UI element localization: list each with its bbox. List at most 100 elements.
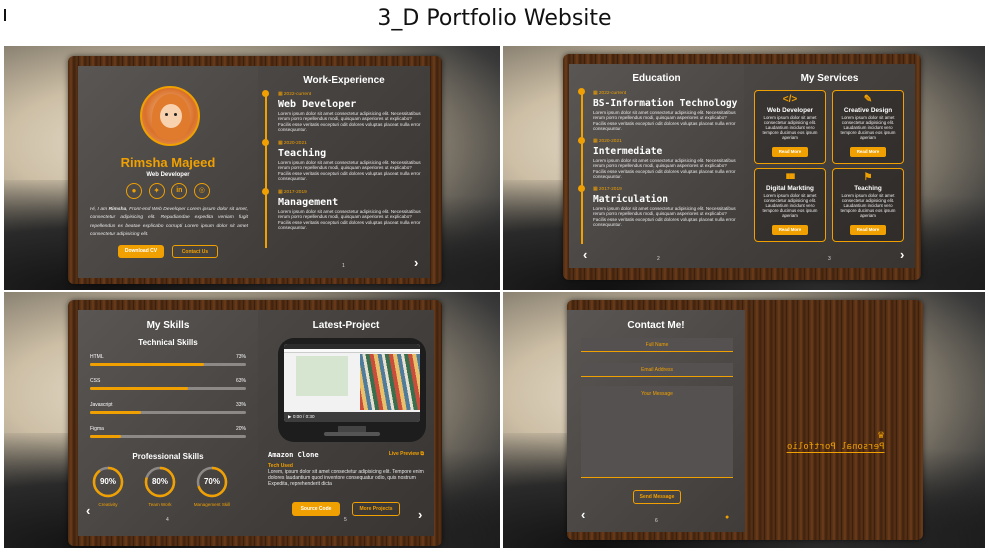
text-cursor [4, 9, 6, 21]
ring-label: Creativity [98, 502, 118, 507]
ring-percent: 70% [203, 477, 220, 486]
skill-ring: 80% [144, 466, 176, 498]
message-field[interactable]: Your Message [581, 386, 733, 478]
timeline-line [265, 96, 267, 248]
profile-role: Web Developer [146, 172, 190, 178]
screenshot-education-services: Education ▦ 2022-current BS-Information … [503, 46, 985, 290]
contact-us-button[interactable]: Contact Us [172, 245, 218, 258]
teacher-icon: ⚑ [863, 172, 873, 183]
next-page-button[interactable]: › [414, 256, 418, 269]
calendar-icon-date: ▦ 2022-current [593, 91, 627, 96]
linkedin-icon[interactable]: in [171, 183, 188, 199]
instagram-icon[interactable]: ◎ [193, 183, 210, 199]
skill-bar-track [90, 435, 246, 438]
timeline-text: Lorem ipsum dolor sit amet consectetur a… [278, 209, 421, 231]
chart-icon: ▮▮▮ [785, 173, 796, 180]
read-more-button[interactable]: Read More [772, 225, 808, 235]
skill-label: HTML [90, 354, 104, 360]
screenshot-skills-project: My Skills Technical Skills HTML 73% CSS 63%… [4, 292, 500, 548]
live-preview-link[interactable]: Live Preview ⧉ [389, 451, 424, 457]
send-message-button[interactable]: Send Message [633, 490, 681, 504]
cover-title: Personal Portfolio [787, 442, 885, 453]
calendar-icon-date: ▦ 2020-2021 [593, 139, 622, 144]
timeline-dot [262, 90, 269, 97]
skill-bar-track [90, 387, 246, 390]
ring-percent: 80% [151, 477, 168, 486]
skill-percent: 33% [235, 402, 246, 408]
service-card: ✎ Creative Design Lorem ipsum dolor sit … [832, 90, 904, 164]
read-more-button[interactable]: Read More [850, 147, 886, 157]
timeline-title: Teaching [278, 148, 327, 159]
service-text: Lorem ipsum dolor sit amet consectetur a… [762, 193, 818, 218]
service-text: Lorem ipsum dolor sit amet consectetur a… [840, 193, 896, 218]
skill-label: Javascript [90, 402, 113, 408]
services-heading: My Services [800, 73, 859, 84]
project-video-preview[interactable]: ▶ 0:00 / 0:30 [278, 338, 426, 442]
social-links: ● ✦ in ◎ [126, 183, 210, 199]
avatar [140, 86, 200, 146]
skill-bar-track [90, 363, 246, 366]
timeline-dot [578, 185, 585, 192]
technical-skills-heading: Technical Skills [138, 338, 198, 347]
timeline-title: Management [278, 197, 339, 208]
project-page: Latest-Project ▶ 0:00 / 0:30 Amazon Clon… [258, 310, 434, 536]
timeline-title: Web Developer [278, 99, 357, 110]
calendar-icon-date: ▦ 2022-current [278, 92, 312, 97]
timeline-text: Lorem ipsum dolor sit amet consectetur a… [278, 160, 421, 182]
email-field[interactable]: Email Address [581, 363, 733, 377]
download-cv-button[interactable]: Download CV [118, 245, 164, 258]
service-title: Web Developer [766, 107, 814, 114]
contact-heading: Contact Me! [627, 320, 685, 331]
skill-percent: 73% [235, 354, 246, 360]
next-page-button[interactable]: › [900, 248, 904, 261]
project-heading: Latest-Project [312, 320, 380, 331]
next-page-button[interactable]: › [418, 508, 422, 521]
prev-page-button[interactable]: ‹ [581, 508, 585, 521]
project-description: Lorem, ipsum dolor sit amet consectetur … [268, 469, 424, 487]
prev-page-button[interactable]: ‹ [583, 248, 587, 261]
page-number: 4 [166, 517, 169, 523]
service-card: ⚑ Teaching Lorem ipsum dolor sit amet co… [832, 168, 904, 242]
twitter-icon[interactable]: ✦ [148, 183, 165, 199]
service-card: </> Web Developer Lorem ipsum dolor sit … [754, 90, 826, 164]
timeline-dot [262, 188, 269, 195]
prev-page-button[interactable]: ‹ [86, 504, 90, 517]
brush-icon: ✎ [863, 94, 873, 105]
calendar-icon-date: ▦ 2017-2019 [593, 187, 622, 192]
user-icon[interactable]: ● [725, 514, 729, 521]
screenshot-contact: Contact Me! Full Name Email Address Your… [503, 292, 985, 548]
timeline-text: Lorem ipsum dolor sit amet consectetur a… [593, 110, 736, 132]
page-number: 5 [344, 517, 347, 523]
calendar-icon-date: ▦ 2020-2021 [278, 141, 307, 146]
timeline-text: Lorem ipsum dolor sit amet consectetur a… [593, 158, 736, 180]
skill-label: Figma [90, 426, 104, 432]
code-icon: </> [782, 94, 798, 105]
service-title: Digital Markting [766, 185, 814, 192]
page-number: 2 [657, 256, 660, 262]
contact-page: Contact Me! Full Name Email Address Your… [567, 310, 745, 532]
service-text: Lorem ipsum dolor sit amet consectetur a… [762, 115, 818, 140]
screenshot-work-experience: Rimsha Majeed Web Developer ● ✦ in ◎ Hi,… [4, 46, 500, 290]
skill-bar-fill [90, 387, 189, 390]
service-title: Creative Design [843, 107, 893, 114]
read-more-button[interactable]: Read More [850, 225, 886, 235]
read-more-button[interactable]: Read More [772, 147, 808, 157]
timeline-title: Matriculation [593, 194, 669, 205]
skill-ring: 70% [196, 466, 228, 498]
skill-ring: 90% [92, 466, 124, 498]
github-icon[interactable]: ● [126, 183, 142, 199]
profile-page: Rimsha Majeed Web Developer ● ✦ in ◎ Hi,… [78, 66, 258, 278]
source-code-button[interactable]: Source Code [292, 502, 340, 516]
skill-bar-fill [90, 411, 142, 414]
back-cover: Personal Portfolio ♛ [745, 310, 917, 532]
more-projects-button[interactable]: More Projects [352, 502, 400, 516]
professional-skills-heading: Professional Skills [132, 452, 204, 461]
timeline-dot [262, 139, 269, 146]
full-name-field[interactable]: Full Name [581, 338, 733, 352]
timeline-text: Lorem ipsum dolor sit amet consectetur a… [278, 111, 421, 133]
timeline-dot [578, 88, 585, 95]
profile-name: Rimsha Majeed [120, 155, 216, 170]
skill-bar-track [90, 411, 246, 414]
profile-intro: Hi, I am Rimsha, Front-end Web Developer… [90, 207, 248, 238]
timeline-text: Lorem ipsum dolor sit amet consectetur a… [593, 206, 736, 228]
